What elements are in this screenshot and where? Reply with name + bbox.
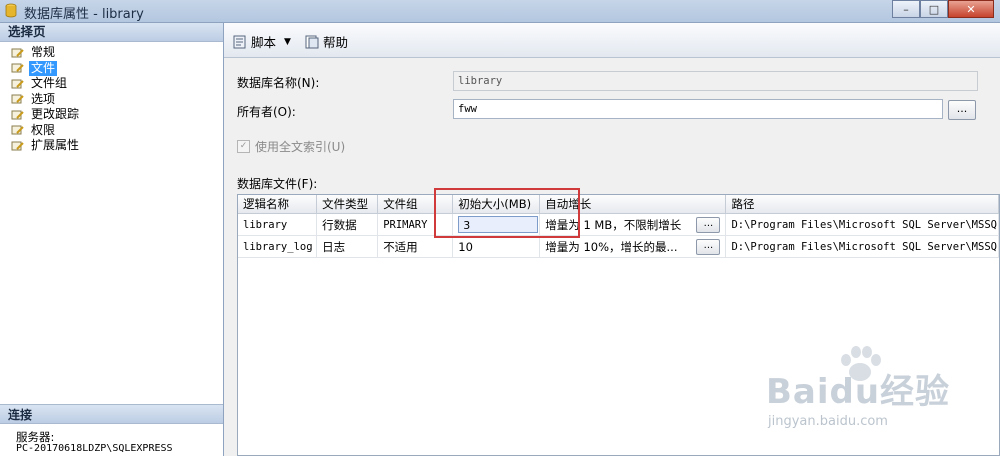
database-icon <box>5 3 17 18</box>
file-type-cell[interactable]: 行数据 <box>316 213 379 236</box>
initial-size-cell[interactable]: 10 <box>452 235 541 258</box>
autogrowth-edit-button[interactable]: ... <box>696 216 721 233</box>
script-label: 脚本 <box>251 35 277 50</box>
db-files-label: 数据库文件(F): <box>237 177 318 191</box>
nav-item-label: 选项 <box>31 91 56 106</box>
page-icon <box>11 79 24 89</box>
column-header[interactable]: 文件类型 <box>316 195 379 214</box>
nav-item-extended-properties[interactable]: 扩展属性 <box>0 138 223 154</box>
initial-size-cell[interactable]: 3 <box>452 213 541 236</box>
connection-header: 连接 <box>0 404 223 424</box>
nav-item-change-tracking[interactable]: 更改跟踪 <box>0 107 223 123</box>
autogrowth-cell: 增量为 1 MB，不限制增长... <box>539 213 727 236</box>
autogrowth-text: 增量为 10%，增长的最... <box>545 239 678 254</box>
table-row[interactable]: library 行数据 PRIMARY 3 增量为 1 MB，不限制增长... … <box>238 213 999 236</box>
page-icon <box>11 94 24 104</box>
column-header[interactable]: 文件组 <box>377 195 454 214</box>
server-label: 服务器: <box>16 430 55 444</box>
nav-item-label: 文件组 <box>31 76 68 90</box>
server-value: PC-20170618LDZP\SQLEXPRESS <box>16 443 173 454</box>
help-button[interactable]: 帮助 <box>304 32 348 51</box>
nav-item-label: 权限 <box>31 122 56 137</box>
select-page-panel: 选择页 常规 文件 文件组 选项 更改跟踪 权限 扩展属性 连接 服务器: PC… <box>0 23 224 456</box>
initial-size-input[interactable]: 3 <box>458 216 539 233</box>
path-cell[interactable]: D:\Program Files\Microsoft SQL Server\MS… <box>725 235 999 258</box>
page-icon <box>11 63 24 73</box>
toolbar: 脚本 ▼ 帮助 <box>224 23 1000 58</box>
nav-item-options[interactable]: 选项 <box>0 92 223 108</box>
connection-info: 服务器: PC-20170618LDZP\SQLEXPRESS <box>16 431 173 455</box>
owner-field[interactable]: fww <box>453 99 943 119</box>
filegroup-cell[interactable]: PRIMARY <box>377 213 454 236</box>
path-cell[interactable]: D:\Program Files\Microsoft SQL Server\MS… <box>725 213 999 236</box>
maximize-button[interactable]: □ <box>920 0 948 18</box>
filegroup-cell[interactable]: 不适用 <box>377 235 454 258</box>
nav-item-general[interactable]: 常规 <box>0 45 223 61</box>
title-bar: 数据库属性 - library – □ ✕ <box>0 0 1000 23</box>
nav-item-label: 更改跟踪 <box>31 107 80 121</box>
nav-item-label: 扩展属性 <box>31 138 80 152</box>
files-table: 逻辑名称 文件类型 文件组 初始大小(MB) 自动增长 路径 library 行… <box>238 195 999 258</box>
page-icon <box>11 48 24 58</box>
help-label: 帮助 <box>323 35 349 50</box>
minimize-button[interactable]: – <box>892 0 920 18</box>
db-name-label: 数据库名称(N): <box>237 76 320 90</box>
table-header-row: 逻辑名称 文件类型 文件组 初始大小(MB) 自动增长 路径 <box>238 195 999 214</box>
column-header[interactable]: 初始大小(MB) <box>452 195 541 214</box>
script-button[interactable]: 脚本 ▼ <box>232 32 291 51</box>
owner-label: 所有者(O): <box>237 105 296 119</box>
script-icon <box>233 35 246 48</box>
nav-item-permissions[interactable]: 权限 <box>0 123 223 139</box>
window-controls: – □ ✕ <box>892 0 994 18</box>
db-name-field: library <box>453 71 978 91</box>
table-row[interactable]: library_log 日志 不适用 10 增量为 10%，增长的最......… <box>238 235 999 258</box>
column-header[interactable]: 路径 <box>725 195 999 214</box>
nav-item-label: 文件 <box>29 60 58 76</box>
logical-name-cell[interactable]: library_log <box>238 235 318 258</box>
help-icon <box>305 35 319 48</box>
page-list: 常规 文件 文件组 选项 更改跟踪 权限 扩展属性 <box>0 45 223 154</box>
select-page-header: 选择页 <box>0 23 223 42</box>
file-type-cell[interactable]: 日志 <box>316 235 379 258</box>
page-icon <box>11 110 24 120</box>
column-header[interactable]: 逻辑名称 <box>238 195 318 214</box>
dropdown-arrow-icon[interactable]: ▼ <box>284 37 291 47</box>
fulltext-label: 使用全文索引(U) <box>255 140 346 154</box>
autogrowth-text: 增量为 1 MB，不限制增长 <box>545 217 682 232</box>
nav-item-label: 常规 <box>31 45 56 59</box>
nav-item-filegroups[interactable]: 文件组 <box>0 76 223 92</box>
window-title: 数据库属性 - library <box>24 7 144 22</box>
page-icon <box>11 125 24 135</box>
fulltext-checkbox-row[interactable]: ✓ 使用全文索引(U) <box>237 138 345 155</box>
checkbox[interactable]: ✓ <box>237 140 250 153</box>
close-button[interactable]: ✕ <box>948 0 994 18</box>
database-files-grid: 逻辑名称 文件类型 文件组 初始大小(MB) 自动增长 路径 library 行… <box>237 194 1000 456</box>
column-header[interactable]: 自动增长 <box>539 195 727 214</box>
autogrowth-edit-button[interactable]: ... <box>696 238 721 255</box>
owner-browse-button[interactable]: ... <box>948 100 976 120</box>
nav-item-files[interactable]: 文件 <box>0 60 223 76</box>
page-icon <box>11 141 24 151</box>
files-page: 脚本 ▼ 帮助 数据库名称(N): library 所有者(O): fww ..… <box>224 23 1000 456</box>
autogrowth-cell: 增量为 10%，增长的最...... <box>539 235 727 258</box>
logical-name-cell[interactable]: library <box>238 213 318 236</box>
